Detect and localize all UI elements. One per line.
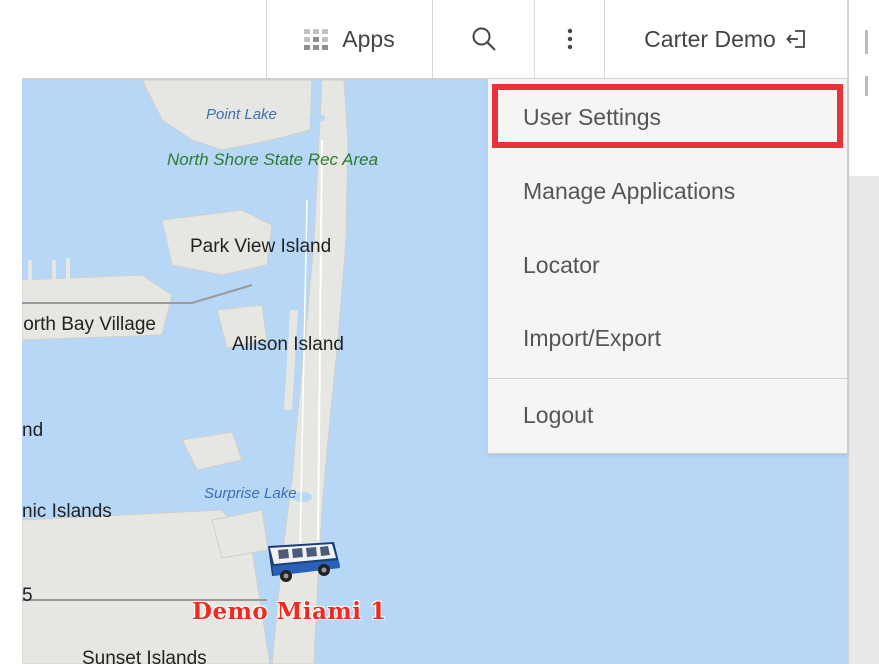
map-label-allison-island: Allison Island [232, 334, 344, 355]
menu-item-import-export[interactable]: Import/Export [488, 312, 847, 364]
map-label-point-lake: Point Lake [206, 106, 277, 123]
more-options-button[interactable] [534, 0, 604, 78]
left-edge [0, 0, 22, 664]
menu-item-logout[interactable]: Logout [488, 389, 847, 441]
menu-item-manage-applications[interactable]: Manage Applications [488, 165, 847, 217]
apps-button-label: Apps [342, 25, 395, 52]
map-label-sunset-islands: Sunset Islands [82, 648, 207, 664]
map-label-nd: nd [22, 420, 44, 441]
kebab-icon [567, 28, 572, 50]
grid-icon [304, 28, 329, 50]
menu-item-user-settings[interactable]: User Settings [488, 91, 847, 155]
right-panel-marker [865, 30, 868, 54]
map-label-north-bay-village: lorth Bay Village [22, 314, 156, 335]
user-dropdown-menu: User Settings Manage Applications Locato… [487, 78, 848, 454]
map-label-surprise-lake: Surprise Lake [204, 485, 297, 502]
search-button[interactable] [432, 0, 534, 78]
right-panel-marker [865, 76, 868, 96]
user-name: Carter Demo [644, 25, 776, 52]
menu-item-locator[interactable]: Locator [488, 239, 847, 291]
vehicle-label[interactable]: Demo Miami 1 [192, 598, 386, 625]
map-label-north-shore: North Shore State Rec Area [167, 150, 379, 169]
apps-button[interactable]: Apps [266, 0, 432, 78]
logout-icon [786, 30, 805, 48]
map-label-nic-islands: nic Islands [22, 501, 112, 522]
right-side-panel [848, 0, 879, 664]
top-toolbar: Apps Carter Demo [22, 0, 848, 80]
map-label-park-view-island: Park View Island [190, 236, 332, 257]
search-icon [472, 27, 496, 51]
map-label-five: 5 [22, 585, 33, 606]
user-menu-button[interactable]: Carter Demo [604, 0, 848, 78]
right-panel-top [849, 0, 879, 176]
menu-divider [488, 378, 847, 379]
bus-icon[interactable] [264, 536, 344, 584]
